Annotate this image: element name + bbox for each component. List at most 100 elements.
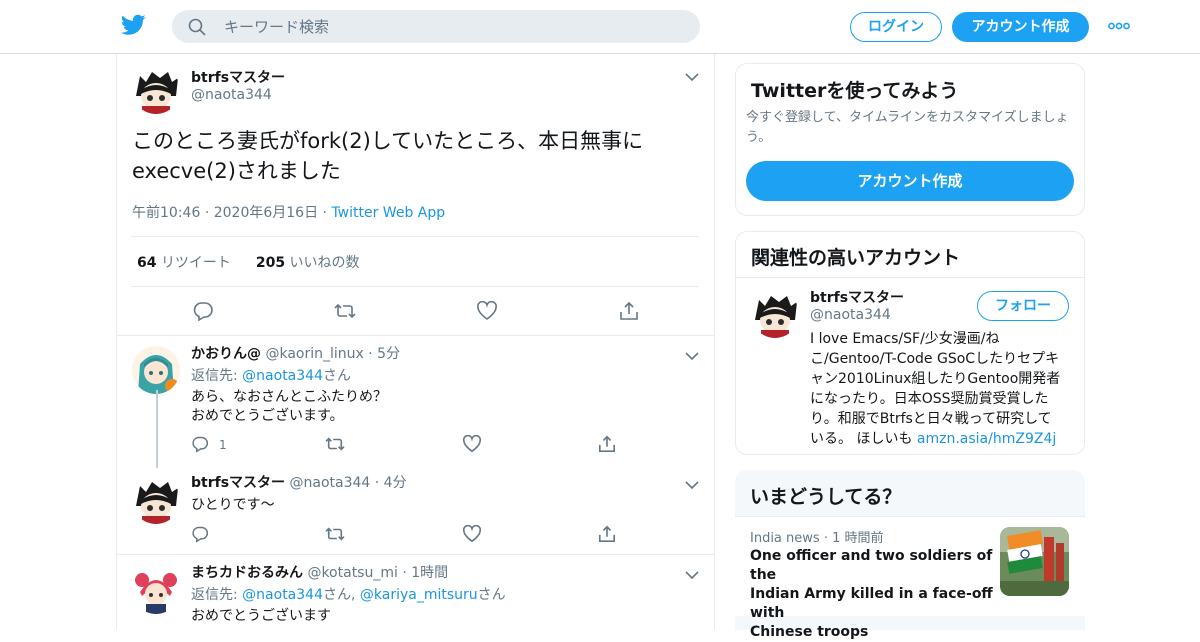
trends-card: いまどうしてる？ India news · 1 時間前 One officer … xyxy=(735,470,1085,640)
card-subtitle: 今すぐ登録して、タイムラインをカスタマイズしましょ う。 xyxy=(746,108,1080,148)
like-icon[interactable] xyxy=(462,525,482,543)
reply-time[interactable]: 1時間 xyxy=(411,565,448,581)
reply-author-name[interactable]: かおりん@ xyxy=(191,346,261,362)
retweet-stat[interactable]: 64 リツイート xyxy=(137,255,231,271)
signup-button[interactable]: アカウント作成 xyxy=(746,161,1074,201)
like-count: 205 xyxy=(255,255,286,271)
reply-to-link[interactable]: @naota344 xyxy=(242,587,323,603)
tweet-meta: 午前10:46 · 2020年6月16日 · Twitter Web App xyxy=(132,202,445,222)
account-name[interactable]: btrfsマスター xyxy=(810,287,904,307)
search-box[interactable] xyxy=(172,10,700,43)
reply-to-line: 返信先: @naota344さん, @kariya_mitsuruさん xyxy=(191,585,506,605)
reply-to-link[interactable]: @kariya_mitsuru xyxy=(360,587,478,603)
reply-header: まちカドおるみん @kotatsu_mi · 1時間 xyxy=(191,563,448,583)
tweet-text-line: このところ妻氏がfork(2)していたところ、本日無事に xyxy=(132,129,644,153)
reply-icon[interactable] xyxy=(192,301,214,321)
reply-icon[interactable] xyxy=(191,525,209,543)
trend-headline-line: Chinese troops xyxy=(750,624,869,640)
avatar[interactable] xyxy=(132,66,180,114)
like-stat[interactable]: 205 いいねの数 xyxy=(256,255,360,271)
retweet-icon[interactable] xyxy=(334,301,356,321)
login-button[interactable]: ログイン xyxy=(850,12,942,42)
try-twitter-card: Twitterを使ってみよう 今すぐ登録して、タイムラインをカスタマイズしましょ… xyxy=(735,63,1085,216)
bio-line: I love Emacs/SF/少女漫画/ね xyxy=(810,331,1000,347)
account-handle[interactable]: @naota344 xyxy=(810,307,891,323)
account-bio: I love Emacs/SF/少女漫画/ね こ/Gentoo/T-Code G… xyxy=(810,329,1072,449)
separator-dot: · xyxy=(402,565,407,581)
author-handle[interactable]: @naota344 xyxy=(191,87,272,103)
trend-headline: One officer and two soldiers of the Indi… xyxy=(750,547,995,642)
reply-text-line: あら、なおさんとこふたりめ？ xyxy=(191,389,387,405)
author-name[interactable]: btrfsマスター xyxy=(191,67,285,87)
bio-line: こ/Gentoo/T-Code GSoCしたりセプキ xyxy=(810,351,1060,367)
more-options-icon[interactable] xyxy=(1108,22,1130,30)
follow-button[interactable]: フォロー xyxy=(977,291,1069,321)
search-icon xyxy=(188,18,206,36)
tweet-time: 午前10:46 xyxy=(132,205,201,221)
reply-author-name[interactable]: まちカドおるみん xyxy=(191,565,303,581)
bio-line: ャン2010Linux組したりGentoo開発者 xyxy=(810,371,1061,387)
like-icon[interactable] xyxy=(476,301,498,321)
reply-author-handle[interactable]: @kotatsu_mi xyxy=(307,565,397,581)
reply-to-prefix: 返信先: xyxy=(191,368,238,384)
reply-time[interactable]: 4分 xyxy=(384,475,407,491)
reply-author-handle[interactable]: @naota344 xyxy=(290,475,371,491)
tweet-source-link[interactable]: Twitter Web App xyxy=(331,205,445,221)
card-title: 関連性の高いアカウント xyxy=(751,247,961,269)
share-icon[interactable] xyxy=(618,301,640,321)
signup-button[interactable]: アカウント作成 xyxy=(952,12,1089,42)
share-icon[interactable] xyxy=(597,435,617,453)
retweet-icon[interactable] xyxy=(325,525,345,543)
bio-line: になったり。日本OSS奨励賞受賞した xyxy=(810,391,1049,407)
divider xyxy=(117,554,714,555)
reply-to-link[interactable]: @naota344 xyxy=(242,368,323,384)
reply-text-line: おめでとうございます。 xyxy=(191,408,344,424)
avatar[interactable] xyxy=(132,346,180,394)
avatar[interactable] xyxy=(132,476,180,524)
trend-item[interactable]: India news · 1 時間前 One officer and two s… xyxy=(735,516,1085,640)
bio-line: り。和服でBtrfsと日々戦って研究して xyxy=(810,411,1052,427)
reply-count: 1 xyxy=(219,438,227,452)
search-input[interactable] xyxy=(224,10,684,43)
separator-dot: · xyxy=(204,205,214,221)
thread-line xyxy=(156,390,158,468)
separator-dot: · xyxy=(374,475,380,491)
retweet-icon[interactable] xyxy=(325,435,345,453)
divider xyxy=(131,236,699,237)
related-accounts-card: 関連性の高いアカウント btrfsマスター @naota344 フォロー I l… xyxy=(735,231,1085,455)
reply-author-handle[interactable]: @kaorin_linux xyxy=(265,346,363,362)
reply-to-prefix: 返信先: xyxy=(191,587,238,603)
trend-headline-line: One officer and two soldiers of the xyxy=(750,548,993,583)
trend-category: India news xyxy=(750,531,820,546)
reply-icon[interactable] xyxy=(191,435,209,453)
twitter-bird-icon[interactable] xyxy=(121,14,146,36)
card-title: いまどうしてる？ xyxy=(750,486,902,508)
like-label: いいねの数 xyxy=(289,255,360,271)
card-subtitle-line: 今すぐ登録して、タイムラインをカスタマイズしましょ xyxy=(746,110,1069,125)
trend-meta: India news · 1 時間前 xyxy=(750,527,884,546)
top-bar: ログイン アカウント作成 xyxy=(0,0,1200,54)
reply-header: btrfsマスター @naota344 · 4分 xyxy=(191,473,407,493)
bio-line: いる。 ほしいも amzn.asia/hmZ9Z4j xyxy=(810,429,1072,449)
reply-to-line: 返信先: @naota344さん xyxy=(191,366,351,386)
chevron-down-icon[interactable] xyxy=(685,351,699,361)
chevron-down-icon[interactable] xyxy=(685,72,699,82)
avatar[interactable] xyxy=(751,290,799,338)
bio-line-text: いる。 ほしいも xyxy=(810,431,913,447)
reply-text-line: ひとりです〜 xyxy=(191,497,275,513)
tweet-date: 2020年6月16日 xyxy=(213,205,319,221)
like-icon[interactable] xyxy=(462,435,482,453)
card-subtitle-line: う。 xyxy=(746,130,772,145)
reply-to-mid: さん, xyxy=(322,587,356,603)
tweet-text: このところ妻氏がfork(2)していたところ、本日無事に execve(2)され… xyxy=(132,126,702,186)
chevron-down-icon[interactable] xyxy=(685,480,699,490)
reply-to-suffix: さん xyxy=(322,368,351,384)
chevron-down-icon[interactable] xyxy=(685,570,699,580)
share-icon[interactable] xyxy=(597,525,617,543)
avatar[interactable] xyxy=(132,566,180,614)
reply-time[interactable]: 5分 xyxy=(377,346,400,362)
tweet-stats: 64 リツイート 205 いいねの数 xyxy=(137,252,360,272)
trend-thumbnail[interactable] xyxy=(1000,527,1069,596)
reply-author-name[interactable]: btrfsマスター xyxy=(191,475,285,491)
bio-link[interactable]: amzn.asia/hmZ9Z4j xyxy=(917,431,1056,447)
